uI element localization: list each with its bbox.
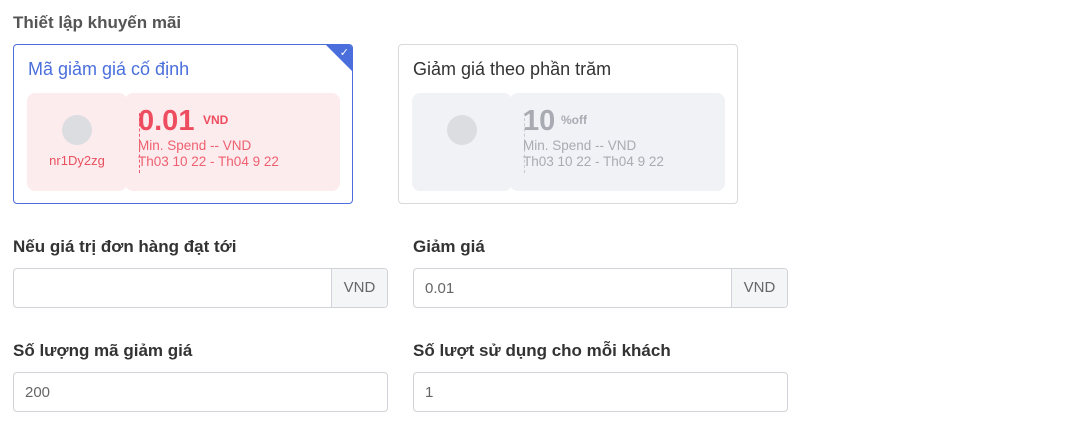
voucher-date-range: Th03 10 22 - Th04 9 22: [138, 154, 279, 169]
fixed-amount-option[interactable]: Mã giảm giá cố định ✓ nr1Dy2zg 0.01 VND …: [13, 44, 353, 204]
quantity-field: [13, 372, 388, 412]
voucher-unit: VND: [203, 113, 229, 127]
voucher-unit: %off: [561, 113, 587, 127]
voucher-preview: 10 %off Min. Spend -- VND Th03 10 22 - T…: [412, 93, 725, 191]
voucher-code: nr1Dy2zg: [49, 153, 105, 168]
fixed-amount-title: Mã giảm giá cố định: [28, 59, 190, 79]
currency-addon: VND: [331, 269, 387, 307]
voucher-date-range: Th03 10 22 - Th04 9 22: [523, 154, 664, 169]
voucher-amount: 0.01: [138, 105, 195, 137]
currency-addon: VND: [731, 269, 787, 307]
per-customer-input[interactable]: [414, 373, 787, 411]
voucher-preview: nr1Dy2zg 0.01 VND Min. Spend -- VND Th03…: [27, 93, 340, 191]
discount-field: VND: [413, 268, 788, 308]
percent-discount-title: Giảm giá theo phần trăm: [413, 59, 612, 79]
voucher-amount: 10: [523, 105, 556, 137]
quantity-label: Số lượng mã giảm giá: [13, 341, 193, 360]
shop-avatar-placeholder: [447, 115, 477, 145]
min-order-input[interactable]: [14, 269, 331, 307]
per-customer-label: Số lượt sử dụng cho mỗi khách: [413, 341, 671, 360]
section-title: Thiết lập khuyến mãi: [13, 13, 182, 32]
shop-avatar-placeholder: [62, 115, 92, 145]
discount-label: Giảm giá: [413, 237, 485, 256]
check-icon: ✓: [339, 46, 349, 59]
percent-discount-option[interactable]: Giảm giá theo phần trăm 10 %off Min. Spe…: [398, 44, 738, 204]
min-order-label: Nếu giá trị đơn hàng đạt tới: [13, 237, 237, 256]
quantity-input[interactable]: [14, 373, 387, 411]
voucher-min-spend: Min. Spend -- VND: [138, 138, 252, 153]
voucher-stub: [412, 93, 512, 191]
discount-input[interactable]: [414, 269, 731, 307]
voucher-stub: nr1Dy2zg: [27, 93, 127, 191]
voucher-min-spend: Min. Spend -- VND: [523, 138, 637, 153]
per-customer-field: [413, 372, 788, 412]
min-order-field: VND: [13, 268, 388, 308]
